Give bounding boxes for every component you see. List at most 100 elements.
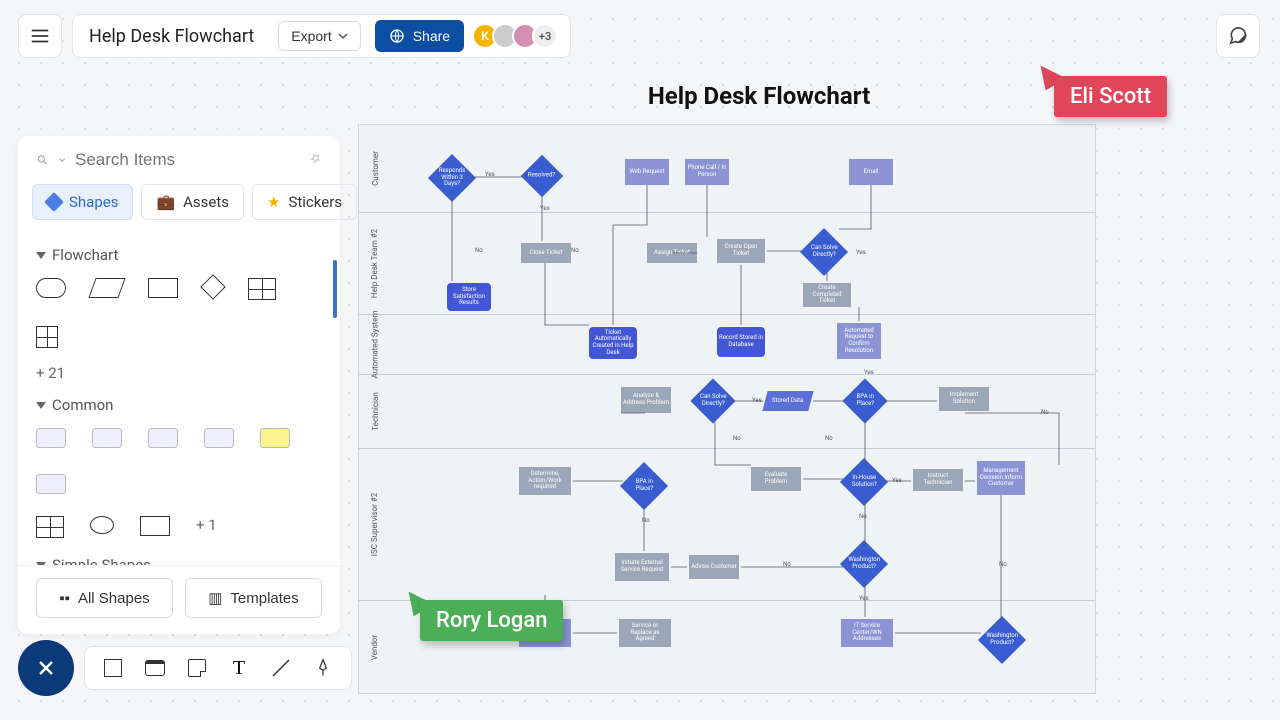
edge-label: No — [475, 247, 483, 254]
templates-button[interactable]: ▥Templates — [185, 578, 322, 618]
flowchart-more[interactable]: + 21 — [36, 364, 322, 382]
lane-label: Help Desk Team #2 — [371, 229, 380, 298]
tab-stickers[interactable]: ★ Stickers — [252, 184, 357, 220]
comment-icon — [1227, 25, 1249, 47]
collapse-icon — [36, 402, 46, 409]
lane-label: Automated System — [371, 311, 380, 379]
node-createopen[interactable]: Create Open Ticket — [717, 239, 765, 263]
collaborator-badge-eli: Eli Scott — [1054, 76, 1167, 117]
rect-tool[interactable] — [101, 656, 125, 680]
section-simple[interactable]: Simple Shapes — [36, 556, 322, 565]
edge-label: Yes — [856, 249, 866, 256]
export-label: Export — [291, 28, 331, 44]
chevron-down-icon — [338, 33, 348, 39]
section-common[interactable]: Common — [36, 396, 322, 414]
share-button[interactable]: Share — [375, 20, 464, 52]
edge-label: Yes — [892, 477, 902, 484]
pin-icon[interactable] — [301, 147, 326, 172]
node-storesat[interactable]: Store Satisfaction Results — [447, 283, 491, 311]
shape-rect[interactable] — [140, 516, 170, 536]
globe-icon — [389, 28, 405, 44]
node-completed[interactable]: Create Completed Ticket — [803, 283, 851, 307]
shapes-scroll[interactable]: Flowchart + 21 Common + 1 Simple Shapes — [18, 228, 340, 565]
node-mgmt[interactable]: Management Decision Inform Customer — [977, 461, 1025, 495]
lane-label: Customer — [371, 151, 380, 186]
node-advise[interactable]: Advise Customer — [689, 555, 739, 579]
all-shapes-button[interactable]: ▪▪ All Shapes — [36, 578, 173, 618]
tab-label: Stickers — [288, 193, 342, 211]
text-tool[interactable]: T — [227, 656, 251, 680]
node-implement[interactable]: Implement Solution — [939, 387, 989, 411]
tab-shapes[interactable]: Shapes — [32, 184, 133, 220]
shape-grid[interactable] — [36, 326, 58, 348]
edge-label: Yes — [540, 205, 550, 212]
edge-label: No — [783, 561, 791, 568]
shape-thumb[interactable] — [148, 428, 178, 448]
edge-label: Yes — [859, 595, 869, 602]
node-web[interactable]: Web Request — [625, 159, 669, 185]
section-label: Common — [52, 396, 113, 414]
menu-button[interactable] — [18, 14, 62, 58]
edge-label: No — [1041, 409, 1049, 416]
edge-label: Yes — [485, 171, 495, 178]
shape-thumb[interactable] — [92, 428, 122, 448]
shape-thumb[interactable] — [204, 428, 234, 448]
node-storeddata[interactable]: Stored Data — [762, 391, 813, 411]
lane-label: ISC Supervisor #2 — [371, 493, 380, 556]
document-title[interactable]: Help Desk Flowchart — [85, 26, 264, 47]
common-shapes — [36, 424, 322, 498]
shape-table[interactable] — [36, 516, 64, 538]
node-assign[interactable]: Assign Ticket — [647, 243, 697, 263]
node-determine[interactable]: Determine, Action/Work required — [519, 467, 571, 495]
shape-thumb[interactable] — [36, 428, 66, 448]
shape-sticky[interactable] — [260, 428, 290, 448]
edge-label: No — [571, 247, 579, 254]
node-evaluate[interactable]: Evaluate Problem — [751, 467, 801, 491]
section-flowchart[interactable]: Flowchart — [36, 246, 322, 264]
node-closeticket[interactable]: Close Ticket — [521, 243, 571, 263]
button-label: All Shapes — [78, 590, 150, 607]
tab-label: Shapes — [69, 193, 118, 211]
shape-terminator[interactable] — [36, 278, 66, 298]
comments-button[interactable] — [1216, 14, 1260, 58]
search-input[interactable] — [75, 150, 296, 170]
node-initiate[interactable]: Initiate External Service Request — [615, 553, 669, 581]
node-autocreated[interactable]: Ticket Automatically Created in Help Des… — [589, 327, 637, 359]
pen-tool[interactable] — [311, 656, 335, 680]
node-analyze[interactable]: Analyze & Address Problem — [621, 387, 671, 413]
tab-assets[interactable]: 💼Assets — [141, 184, 244, 220]
shape-decision[interactable] — [200, 274, 225, 299]
node-autoreq[interactable]: Automated Request to Confirm Resolution — [837, 323, 881, 359]
close-fab[interactable] — [18, 640, 74, 696]
shape-data[interactable] — [88, 278, 125, 298]
card-tool[interactable] — [143, 656, 167, 680]
export-button[interactable]: Export — [278, 21, 360, 51]
shape-ellipse[interactable] — [90, 516, 114, 534]
briefcase-icon: 💼 — [156, 193, 175, 211]
avatar-more[interactable]: +3 — [532, 23, 558, 49]
note-tool[interactable] — [185, 656, 209, 680]
node-recorddb[interactable]: Record Stored in Database — [717, 327, 765, 357]
node-itservice2[interactable]: IT Service Center/WN Addresses — [841, 619, 893, 647]
lane-label: Technician — [371, 392, 380, 431]
search-icon — [36, 151, 49, 169]
node-instruct[interactable]: Instruct Technician — [913, 469, 963, 491]
panel-tabs: Shapes 💼Assets ★ Stickers — [18, 184, 340, 228]
shape-table[interactable] — [248, 278, 276, 300]
shape-thumb[interactable] — [36, 474, 66, 494]
node-phone[interactable]: Phone Call / In Person — [685, 159, 729, 185]
title-card: Help Desk Flowchart Export Share K +3 — [72, 14, 571, 58]
star-icon: ★ — [267, 193, 280, 211]
node-serviceagreed[interactable]: Service or Replace as Agreed — [619, 619, 671, 647]
section-label: Simple Shapes — [52, 556, 151, 565]
collaborator-avatars[interactable]: K +3 — [478, 23, 558, 49]
search-row — [18, 136, 340, 184]
grid-icon: ▪▪ — [59, 590, 70, 607]
common-more[interactable]: + 1 — [196, 516, 217, 538]
top-bar: Help Desk Flowchart Export Share K +3 — [18, 14, 571, 58]
scrollbar-thumb[interactable] — [333, 260, 337, 318]
node-email[interactable]: Email — [849, 159, 893, 185]
chevron-down-icon[interactable] — [59, 157, 65, 163]
line-tool[interactable] — [269, 656, 293, 680]
shape-process[interactable] — [148, 278, 178, 298]
